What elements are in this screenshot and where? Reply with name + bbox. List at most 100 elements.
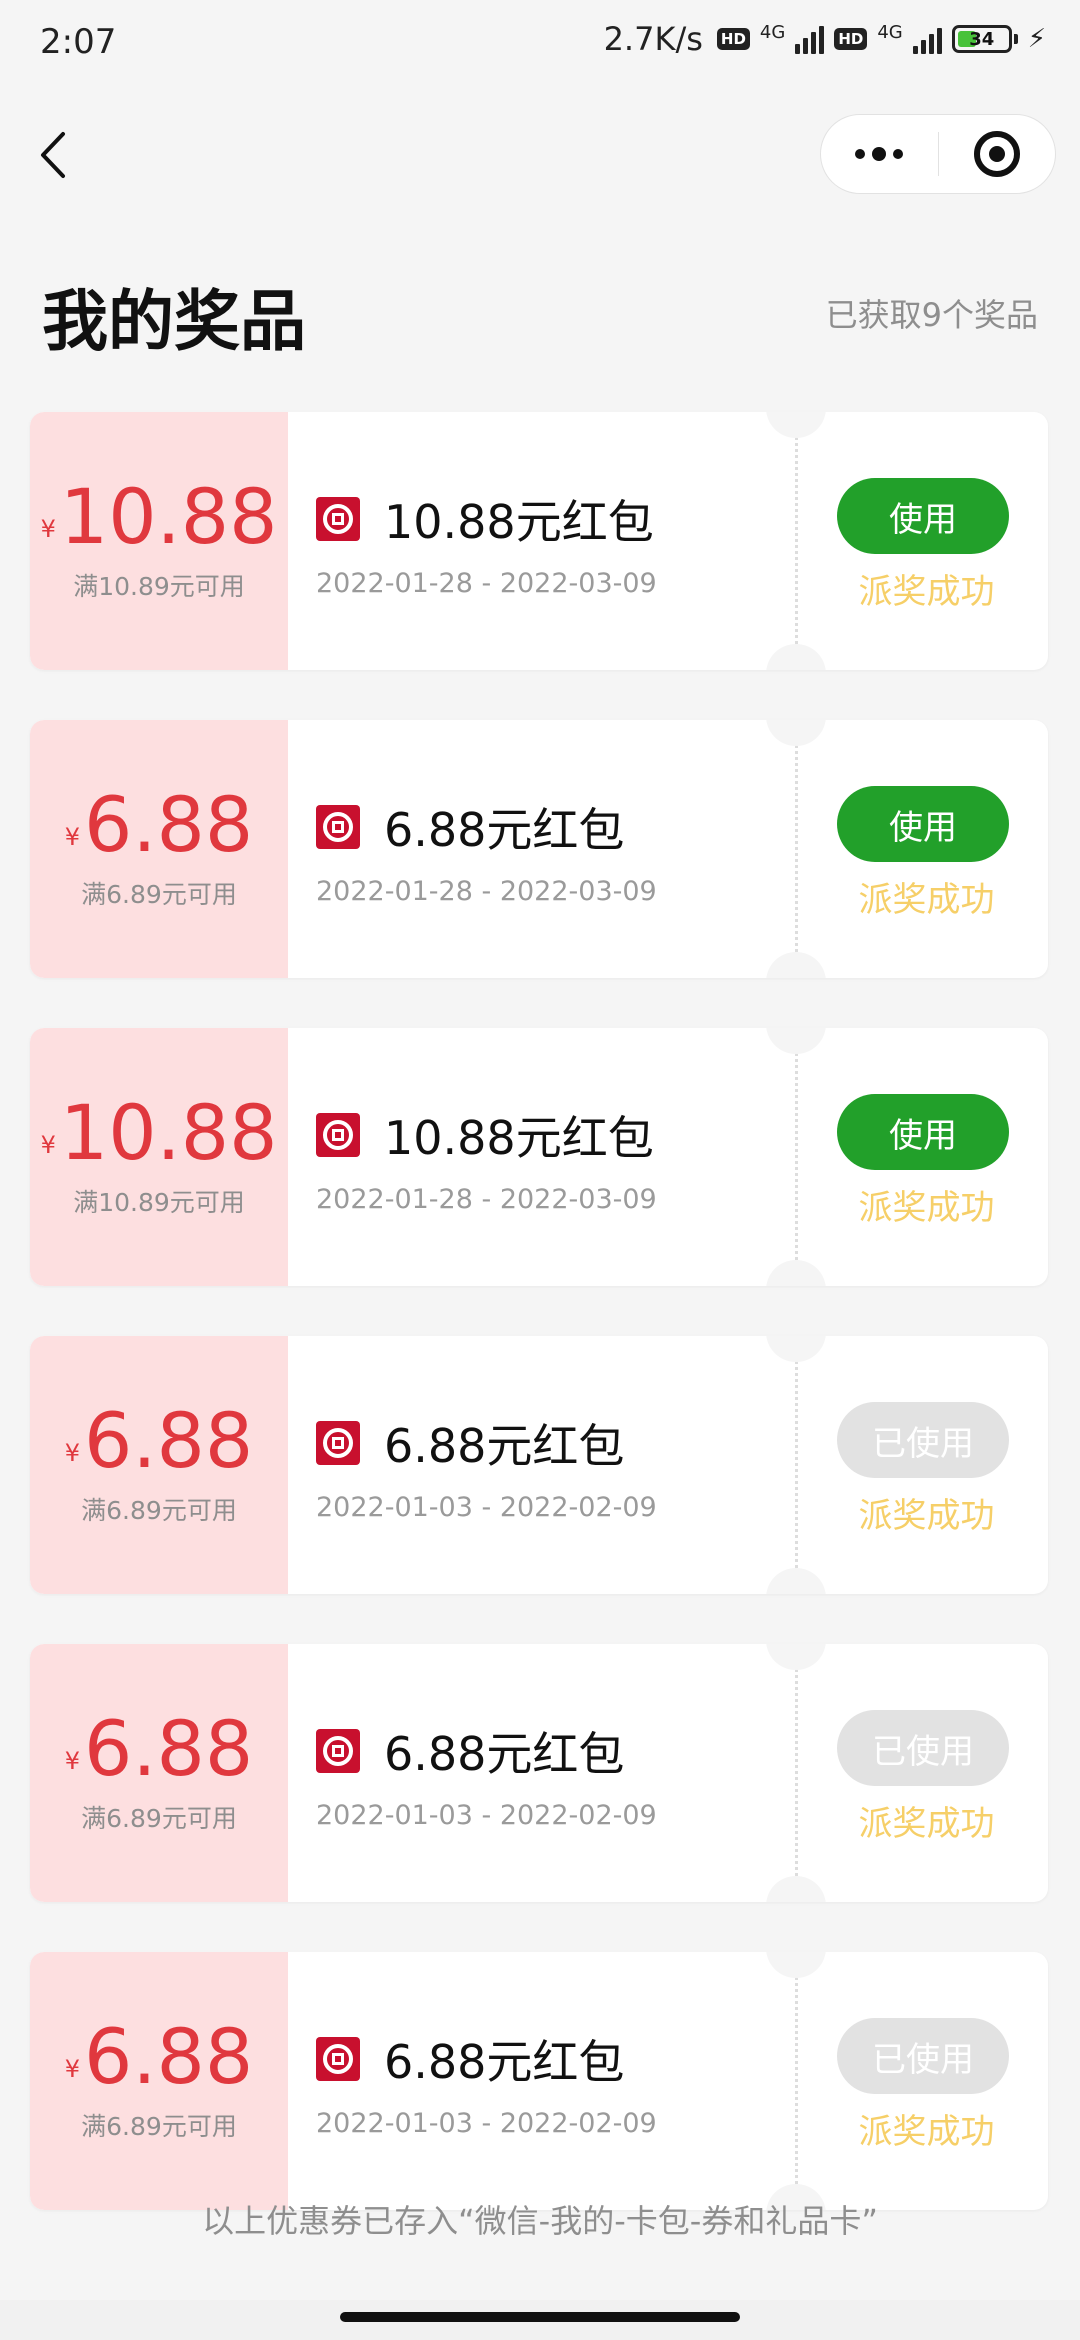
coupon-action: 已使用 派奖成功 bbox=[805, 1952, 1048, 2210]
coupon-name: 6.88元红包 bbox=[384, 1419, 625, 1473]
coupon-amount: 6.88 bbox=[84, 780, 254, 869]
status-indicators: 2.7K/s HD 4G HD 4G 34 ⚡ bbox=[604, 20, 1046, 58]
coupon-amount-panel: ¥ 6.88 满6.89元可用 bbox=[30, 1952, 288, 2210]
prize-count: 已获取9个奖品 bbox=[825, 296, 1038, 334]
award-status: 派奖成功 bbox=[858, 1188, 995, 1228]
coupon-amount: 6.88 bbox=[84, 2012, 254, 2101]
coupon-amount-panel: ¥ 6.88 满6.89元可用 bbox=[30, 1644, 288, 1902]
more-dots-icon bbox=[855, 149, 866, 159]
amount-row: ¥ 6.88 bbox=[65, 1403, 254, 1479]
coupon-action: 使用 派奖成功 bbox=[805, 1028, 1048, 1286]
chevron-left-icon bbox=[41, 132, 65, 178]
coupon-card: ¥ 6.88 满6.89元可用 6.88元红包 2022-01-03 - 202… bbox=[30, 1952, 1048, 2210]
coupon-action: 已使用 派奖成功 bbox=[805, 1644, 1048, 1902]
battery-icon: 34 bbox=[951, 25, 1012, 53]
coupon-card: ¥ 10.88 满10.89元可用 10.88元红包 2022-01-28 - … bbox=[30, 1028, 1048, 1286]
amount-row: ¥ 6.88 bbox=[65, 1711, 254, 1787]
coupon-info: 10.88元红包 2022-01-28 - 2022-03-09 bbox=[288, 1028, 795, 1286]
coupon-amount: 6.88 bbox=[84, 1704, 254, 1793]
signal-icon bbox=[795, 24, 825, 54]
more-button[interactable] bbox=[821, 115, 938, 193]
coupon-valid-dates: 2022-01-28 - 2022-03-09 bbox=[316, 1184, 657, 1215]
coupon-valid-dates: 2022-01-03 - 2022-02-09 bbox=[316, 2108, 657, 2139]
hd-icon: HD bbox=[834, 28, 868, 50]
coupon-divider bbox=[795, 1336, 798, 1594]
target-close-icon bbox=[973, 131, 1020, 177]
coupon-card: ¥ 6.88 满6.89元可用 6.88元红包 2022-01-03 - 202… bbox=[30, 1644, 1048, 1902]
currency-symbol: ¥ bbox=[40, 515, 56, 543]
use-coupon-button[interactable]: 使用 bbox=[837, 1094, 1009, 1170]
more-dots-icon bbox=[872, 147, 887, 161]
coupon-condition: 满6.89元可用 bbox=[81, 2112, 237, 2141]
coupon-divider bbox=[795, 1644, 798, 1902]
award-status: 派奖成功 bbox=[858, 572, 995, 612]
amount-row: ¥ 6.88 bbox=[65, 787, 254, 863]
coupon-valid-dates: 2022-01-03 - 2022-02-09 bbox=[316, 1492, 657, 1523]
bank-logo-icon bbox=[316, 1113, 360, 1157]
coupon-amount: 10.88 bbox=[59, 472, 278, 561]
back-button[interactable] bbox=[30, 128, 74, 182]
currency-symbol: ¥ bbox=[64, 1439, 81, 1467]
coupon-condition: 满10.89元可用 bbox=[73, 1188, 245, 1217]
coupon-title-row: 6.88元红包 bbox=[316, 1410, 624, 1476]
coupon-title-row: 6.88元红包 bbox=[316, 794, 624, 860]
amount-row: ¥ 10.88 bbox=[41, 479, 278, 555]
network-speed: 2.7K/s bbox=[603, 20, 703, 58]
currency-symbol: ¥ bbox=[64, 2055, 81, 2083]
coupon-condition: 满6.89元可用 bbox=[81, 1496, 237, 1525]
use-coupon-button[interactable]: 使用 bbox=[837, 478, 1009, 554]
network-type-label: 4G bbox=[877, 22, 903, 43]
coupon-divider bbox=[795, 412, 798, 670]
coupon-card: ¥ 10.88 满10.89元可用 10.88元红包 2022-01-28 - … bbox=[30, 412, 1048, 670]
coupon-divider bbox=[795, 720, 798, 978]
coupon-condition: 满6.89元可用 bbox=[81, 880, 237, 909]
coupon-list: ¥ 10.88 满10.89元可用 10.88元红包 2022-01-28 - … bbox=[30, 412, 1048, 2260]
coupon-info: 6.88元红包 2022-01-28 - 2022-03-09 bbox=[288, 720, 795, 978]
bank-logo-icon bbox=[316, 1421, 360, 1465]
amount-row: ¥ 6.88 bbox=[65, 2019, 254, 2095]
coupon-title-row: 6.88元红包 bbox=[316, 2026, 624, 2092]
footer-note: 以上优惠券已存入“微信-我的-卡包-券和礼品卡” bbox=[202, 2202, 878, 2240]
coupon-info: 6.88元红包 2022-01-03 - 2022-02-09 bbox=[288, 1952, 795, 2210]
coupon-info: 10.88元红包 2022-01-28 - 2022-03-09 bbox=[288, 412, 795, 670]
award-status: 派奖成功 bbox=[858, 1804, 995, 1844]
coupon-amount-panel: ¥ 10.88 满10.89元可用 bbox=[30, 1028, 288, 1286]
coupon-action: 使用 派奖成功 bbox=[805, 720, 1048, 978]
coupon-amount: 10.88 bbox=[59, 1088, 278, 1177]
battery-tip bbox=[1013, 34, 1018, 44]
use-coupon-button[interactable]: 已使用 bbox=[837, 2018, 1009, 2094]
use-coupon-button[interactable]: 已使用 bbox=[837, 1402, 1009, 1478]
coupon-name: 6.88元红包 bbox=[384, 803, 625, 857]
coupon-amount: 6.88 bbox=[84, 1396, 254, 1485]
home-indicator[interactable] bbox=[340, 2312, 740, 2322]
coupon-title-row: 6.88元红包 bbox=[316, 1718, 624, 1784]
coupon-action: 已使用 派奖成功 bbox=[805, 1336, 1048, 1594]
coupon-card: ¥ 6.88 满6.89元可用 6.88元红包 2022-01-28 - 202… bbox=[30, 720, 1048, 978]
coupon-info: 6.88元红包 2022-01-03 - 2022-02-09 bbox=[288, 1644, 795, 1902]
award-status: 派奖成功 bbox=[858, 880, 995, 920]
more-dots-icon bbox=[893, 149, 904, 159]
close-button[interactable] bbox=[939, 115, 1056, 193]
coupon-name: 6.88元红包 bbox=[384, 1727, 625, 1781]
use-coupon-button[interactable]: 使用 bbox=[837, 786, 1009, 862]
currency-symbol: ¥ bbox=[40, 1131, 56, 1159]
amount-row: ¥ 10.88 bbox=[41, 1095, 278, 1171]
hd-icon: HD bbox=[716, 28, 750, 50]
use-coupon-button[interactable]: 已使用 bbox=[837, 1710, 1009, 1786]
coupon-divider bbox=[795, 1028, 798, 1286]
status-bar: 2:07 2.7K/s HD 4G HD 4G 34 ⚡ bbox=[0, 0, 1080, 90]
bank-logo-icon bbox=[316, 1729, 360, 1773]
award-status: 派奖成功 bbox=[858, 1496, 995, 1536]
network-type-label: 4G bbox=[759, 22, 786, 43]
coupon-amount-panel: ¥ 6.88 满6.89元可用 bbox=[30, 720, 288, 978]
coupon-divider bbox=[795, 1952, 798, 2210]
bank-logo-icon bbox=[316, 2037, 360, 2081]
coupon-valid-dates: 2022-01-28 - 2022-03-09 bbox=[316, 876, 657, 907]
coupon-condition: 满6.89元可用 bbox=[81, 1804, 237, 1833]
charging-icon: ⚡ bbox=[1027, 24, 1046, 54]
coupon-valid-dates: 2022-01-03 - 2022-02-09 bbox=[316, 1800, 657, 1831]
miniprogram-capsule bbox=[820, 114, 1056, 194]
coupon-amount-panel: ¥ 10.88 满10.89元可用 bbox=[30, 412, 288, 670]
coupon-title-row: 10.88元红包 bbox=[316, 1102, 654, 1168]
currency-symbol: ¥ bbox=[64, 1747, 81, 1775]
